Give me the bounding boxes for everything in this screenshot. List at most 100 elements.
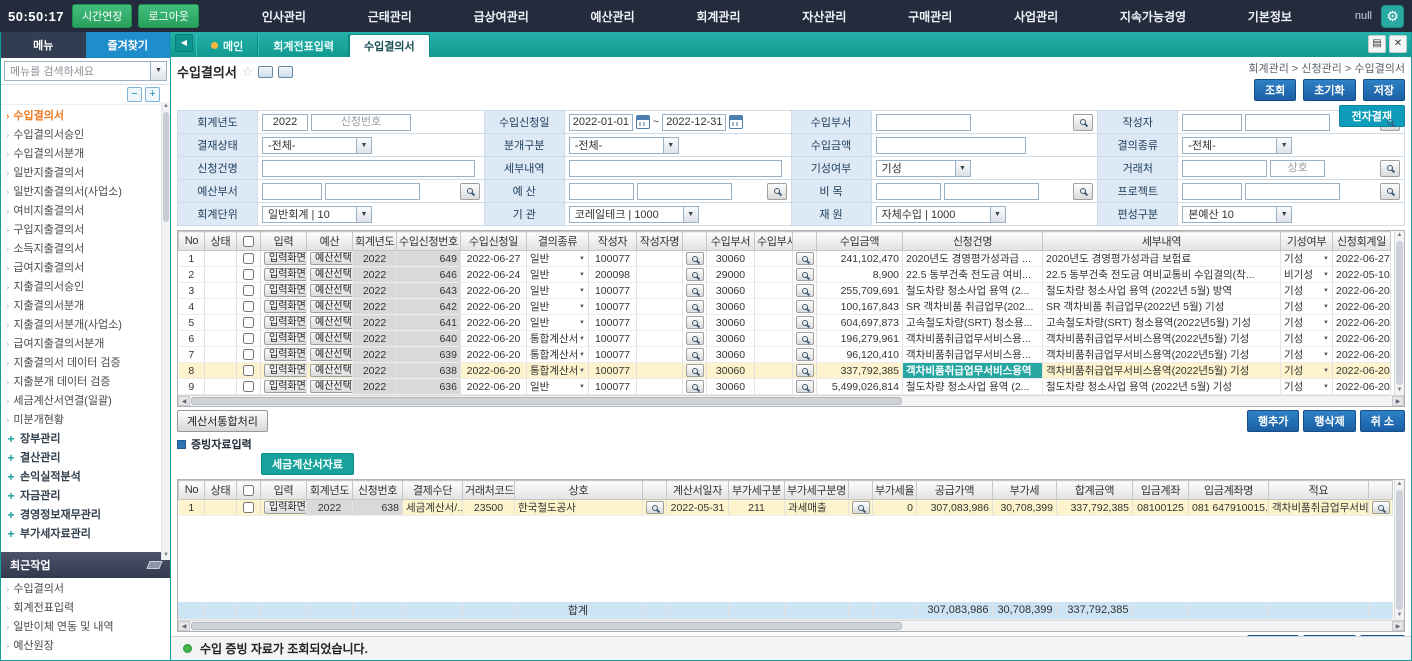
column-header[interactable]: [237, 232, 261, 251]
column-header[interactable]: 공급가액: [917, 481, 993, 500]
budget-search-button[interactable]: [767, 183, 787, 200]
topnav-item-사업관리[interactable]: 사업관리: [1006, 8, 1066, 25]
column-header[interactable]: 수입신청일: [461, 232, 527, 251]
sum-row[interactable]: 합계307,083,98630,708,399337,792,385: [178, 602, 1392, 620]
column-header[interactable]: 입력: [261, 232, 307, 251]
org-select[interactable]: 코레일테크 | 1000▼: [569, 206, 699, 223]
cell-select[interactable]: 일반▼: [530, 267, 585, 282]
row-checkbox[interactable]: [243, 365, 254, 376]
topnav-item-지속가능경영[interactable]: 지속가능경영: [1112, 8, 1194, 25]
table-row[interactable]: 3입력화면예산선택20226432022-06-20일반▼10007730060…: [179, 283, 1391, 299]
column-header[interactable]: 작성자: [589, 232, 637, 251]
request-title-input[interactable]: [262, 160, 475, 177]
calendar-icon[interactable]: [729, 115, 743, 129]
table-row[interactable]: 1입력화면2022638세금계산서/...23500한국철도공사2022-05-…: [179, 500, 1393, 516]
column-header[interactable]: 적요: [1269, 481, 1369, 500]
fiscal-year-input[interactable]: [262, 114, 308, 131]
topnav-item-자산관리[interactable]: 자산관리: [794, 8, 854, 25]
acct-unit-select[interactable]: 일반회계 | 10▼: [262, 206, 372, 223]
cell-search-button[interactable]: [796, 300, 814, 313]
journal-type-select[interactable]: -전체-▼: [569, 137, 679, 154]
row-checkbox[interactable]: [243, 285, 254, 296]
topnav-item-회계관리[interactable]: 회계관리: [688, 8, 748, 25]
calendar-icon[interactable]: [636, 115, 650, 129]
scrollbar-thumb[interactable]: [1396, 490, 1403, 610]
writer-code-input[interactable]: [1182, 114, 1242, 131]
cell-button-입력화면[interactable]: 입력화면: [264, 316, 307, 329]
sidebar-item[interactable]: ›세금계산서연결(일괄): [6, 392, 158, 411]
column-header[interactable]: 상태: [205, 481, 237, 500]
table-row[interactable]: 8입력화면예산선택20226382022-06-20통합계산서▼10007730…: [179, 363, 1391, 379]
column-header[interactable]: [683, 232, 707, 251]
sidebar-tab-favorites[interactable]: 즐겨찾기: [86, 32, 171, 58]
cell-select[interactable]: 기성▼: [1284, 299, 1329, 314]
approval-status-select[interactable]: -전체-▼: [262, 137, 372, 154]
budget-dept-name-input[interactable]: [325, 183, 420, 200]
column-header[interactable]: [237, 481, 261, 500]
cell-select[interactable]: 기성▼: [1284, 315, 1329, 330]
request-no-input[interactable]: [311, 114, 411, 131]
column-header[interactable]: 기성여부: [1281, 232, 1333, 251]
screen-icon[interactable]: [258, 66, 273, 78]
expand-all-button[interactable]: +: [145, 87, 160, 102]
cell-search-button[interactable]: [796, 316, 814, 329]
column-header[interactable]: 수입금액: [817, 232, 903, 251]
row-checkbox[interactable]: [243, 253, 254, 264]
cell-search-button[interactable]: [686, 316, 704, 329]
row-checkbox[interactable]: [243, 349, 254, 360]
cell-button-예산선택[interactable]: 예산선택: [310, 300, 353, 313]
search-button[interactable]: 조회: [1254, 79, 1296, 101]
cell-select[interactable]: 비기성▼: [1284, 267, 1329, 282]
column-header[interactable]: No: [179, 232, 205, 251]
project-search-button[interactable]: [1380, 183, 1400, 200]
column-header[interactable]: 수입신청번호: [397, 232, 461, 251]
scroll-left-icon[interactable]: ◀: [178, 396, 190, 406]
column-header[interactable]: 입금계좌: [1133, 481, 1189, 500]
table-row[interactable]: 9입력화면예산선택20226362022-06-20일반▼10007730060…: [179, 379, 1391, 395]
expense-item-name-input[interactable]: [944, 183, 1039, 200]
budget-code-input[interactable]: [569, 183, 634, 200]
sidebar-item[interactable]: ›일반지출결의서(사업소): [6, 183, 158, 202]
topnav-item-구매관리[interactable]: 구매관리: [900, 8, 960, 25]
invoice-merge-button[interactable]: 계산서통합처리: [177, 410, 268, 432]
tab-메인[interactable]: 메인: [196, 34, 258, 57]
cell-select[interactable]: 기성▼: [1284, 379, 1329, 394]
column-header[interactable]: 세부내역: [1043, 232, 1281, 251]
column-header[interactable]: 상태: [205, 232, 237, 251]
column-header[interactable]: 부가세구분: [729, 481, 785, 500]
cell-search-button[interactable]: [796, 380, 814, 393]
column-header[interactable]: 거래처코드: [463, 481, 515, 500]
e-approval-button[interactable]: 전자결재: [1339, 105, 1405, 127]
tab-scroll-left-icon[interactable]: ◀: [175, 34, 193, 52]
column-header[interactable]: 회계년도: [353, 232, 397, 251]
select-all-checkbox[interactable]: [243, 485, 254, 496]
cell-select[interactable]: 통합계산서▼: [530, 363, 585, 378]
project-code-input[interactable]: [1182, 183, 1242, 200]
cell-select[interactable]: 일반▼: [530, 251, 585, 266]
sidebar-item[interactable]: ›여비지출결의서: [6, 202, 158, 221]
close-icon[interactable]: ✕: [1389, 35, 1407, 53]
column-header[interactable]: No: [179, 481, 205, 500]
column-header[interactable]: [849, 481, 873, 500]
expense-item-code-input[interactable]: [876, 183, 941, 200]
logout-button[interactable]: 로그아웃: [138, 4, 198, 28]
cell-search-button[interactable]: [686, 284, 704, 297]
cell-select[interactable]: 일반▼: [530, 283, 585, 298]
fund-select[interactable]: 자체수입 | 1000▼: [876, 206, 1006, 223]
column-header[interactable]: 부가세: [993, 481, 1057, 500]
sidebar-item[interactable]: ›급여지출결의서분개: [6, 335, 158, 354]
sidebar-item[interactable]: ›지출결의서승인: [6, 278, 158, 297]
cell-select[interactable]: 기성▼: [1284, 283, 1329, 298]
column-header[interactable]: 입금계좌명: [1189, 481, 1269, 500]
cell-search-button[interactable]: [686, 252, 704, 265]
scroll-down-icon[interactable]: ▼: [162, 551, 170, 560]
cell-select[interactable]: 기성▼: [1284, 363, 1329, 378]
cell-search-button[interactable]: [796, 252, 814, 265]
vendor-name-input[interactable]: [1270, 160, 1325, 177]
topnav-item-인사관리[interactable]: 인사관리: [254, 8, 314, 25]
cell-button-입력화면[interactable]: 입력화면: [264, 501, 307, 514]
cell-search-button[interactable]: [686, 364, 704, 377]
cell-search-button[interactable]: [796, 348, 814, 361]
topnav-item-기본정보[interactable]: 기본정보: [1240, 8, 1300, 25]
budget-name-input[interactable]: [637, 183, 732, 200]
